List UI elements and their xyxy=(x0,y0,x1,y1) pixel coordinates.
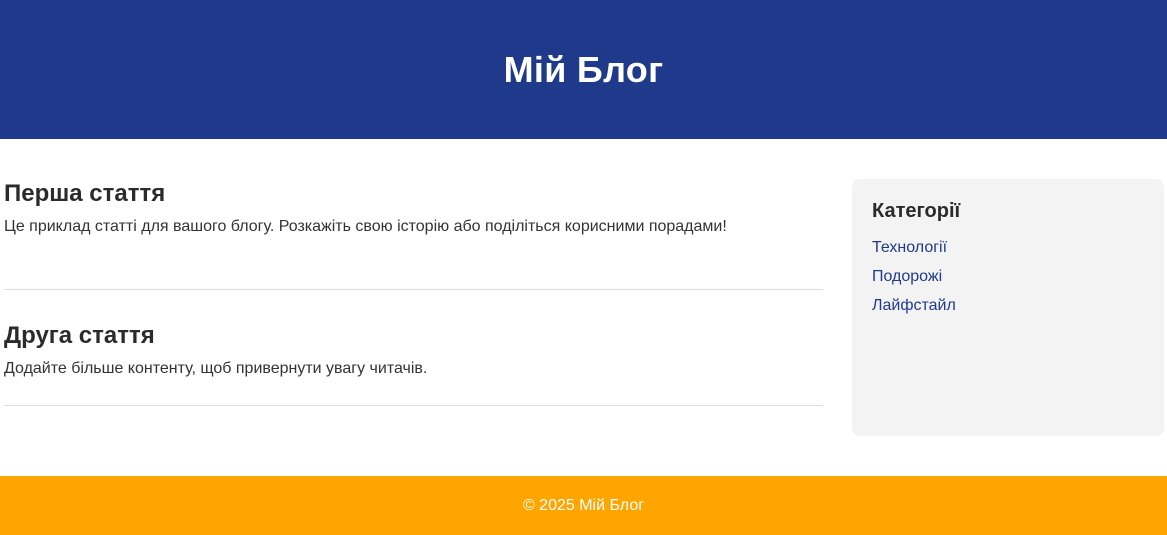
site-footer: © 2025 Мій Блог xyxy=(0,476,1167,535)
site-title: Мій Блог xyxy=(503,48,664,90)
category-link-travel[interactable]: Подорожі xyxy=(872,268,942,285)
article: Перша стаття Це приклад статті для вашог… xyxy=(4,178,823,290)
category-item-technology: Технології xyxy=(872,233,1144,262)
site-header: Мій Блог xyxy=(0,0,1167,139)
category-list: Технології Подорожі Лайфстайл xyxy=(872,233,1144,320)
category-link-technology[interactable]: Технології xyxy=(872,239,947,256)
article-text: Додайте більше контенту, щоб привернути … xyxy=(4,360,428,377)
article-title: Перша стаття xyxy=(4,180,166,207)
category-item-lifestyle: Лайфстайл xyxy=(872,291,1144,320)
sidebar-title: Категорії xyxy=(872,200,961,222)
footer-text: © 2025 Мій Блог xyxy=(522,496,645,514)
articles-section: Перша стаття Це приклад статті для вашог… xyxy=(4,178,823,406)
article: Друга стаття Додайте більше контенту, що… xyxy=(4,290,823,406)
categories-sidebar: Категорії Технології Подорожі Лайфстайл xyxy=(852,179,1164,436)
main-area: Перша стаття Це приклад статті для вашог… xyxy=(0,139,1167,476)
category-link-lifestyle[interactable]: Лайфстайл xyxy=(872,297,956,314)
article-text: Це приклад статті для вашого блогу. Розк… xyxy=(4,218,727,235)
article-title: Друга стаття xyxy=(4,322,155,349)
category-item-travel: Подорожі xyxy=(872,262,1144,291)
